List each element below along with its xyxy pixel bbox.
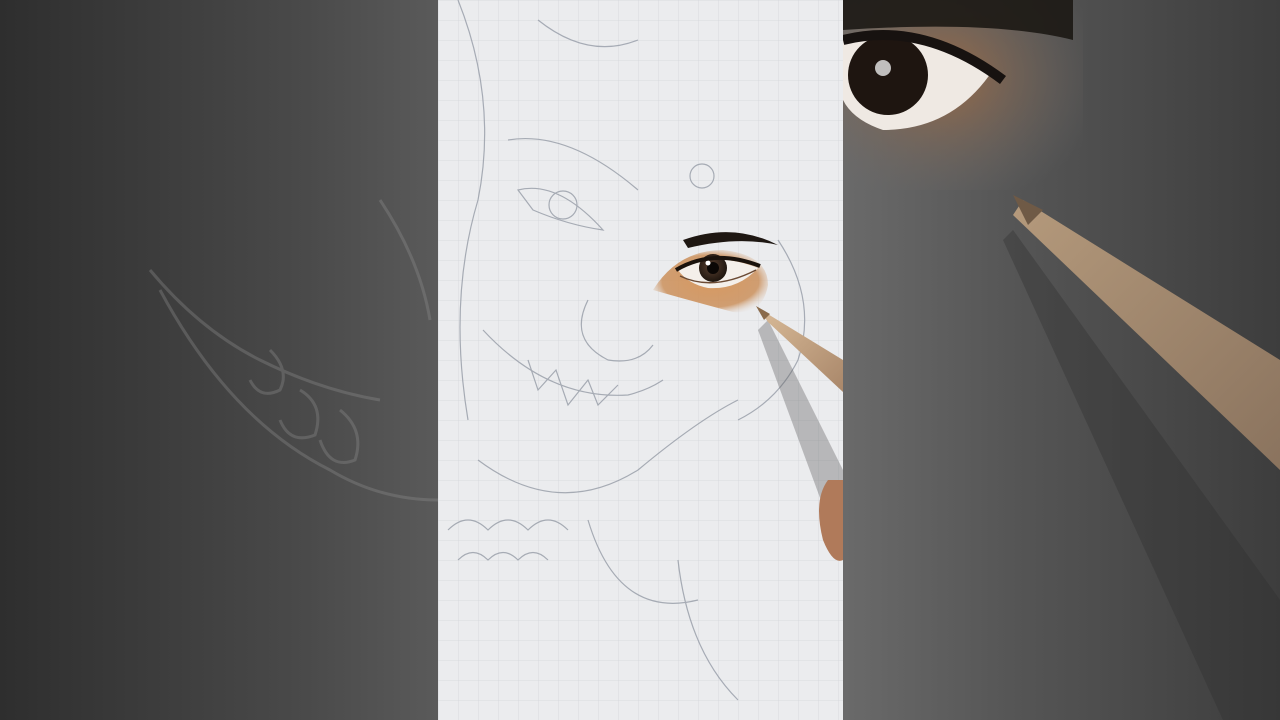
blurred-background-left <box>0 0 438 720</box>
blurred-eye-closeup <box>843 0 1280 720</box>
blurred-background-right <box>843 0 1280 720</box>
portrait-sketch <box>438 0 843 720</box>
video-frame <box>0 0 1280 720</box>
blurred-sketch-left <box>148 199 438 502</box>
drawing-paper <box>438 0 843 720</box>
